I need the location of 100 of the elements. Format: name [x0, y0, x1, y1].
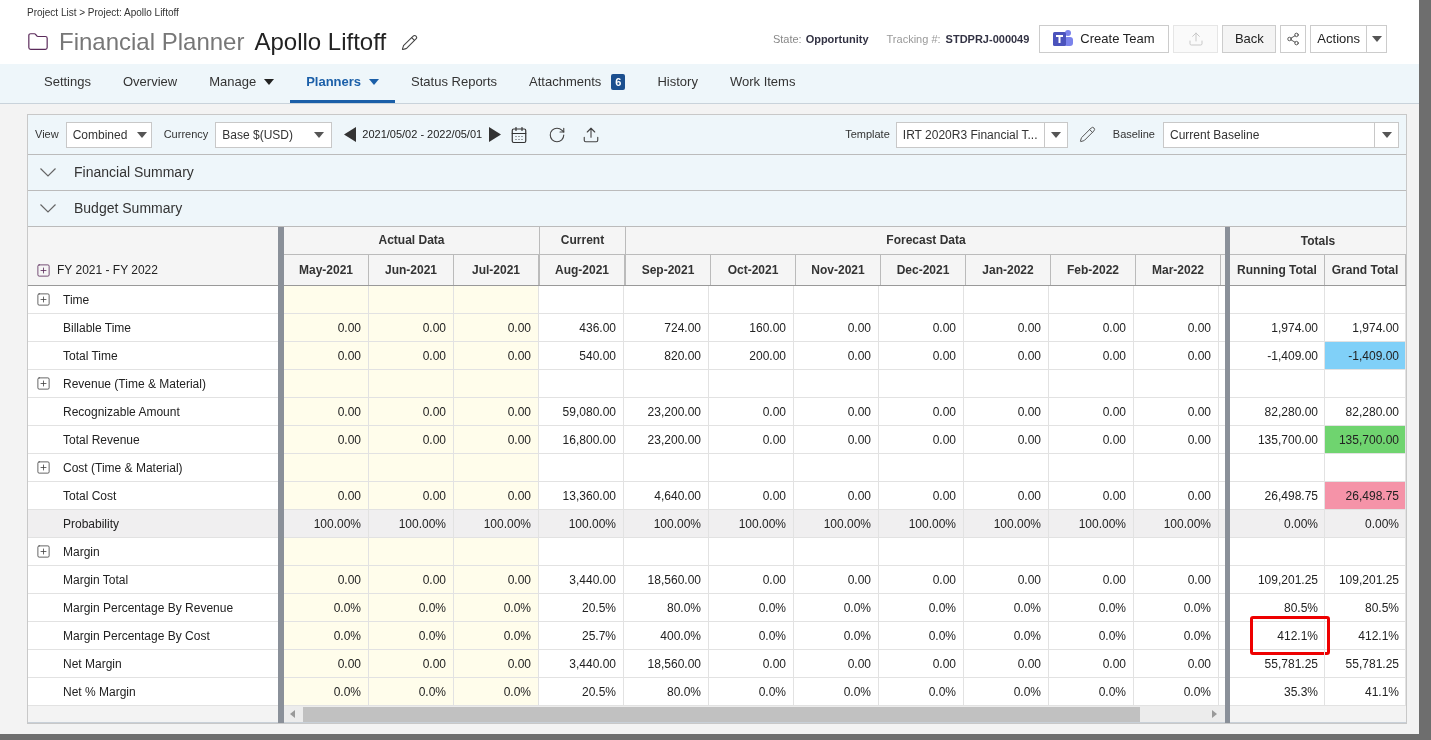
breadcrumb: Project List > Project: Apollo Liftoff: [27, 6, 179, 20]
total-cell: 82,280.00: [1325, 398, 1406, 425]
row-label: Probability: [63, 515, 120, 533]
total-cell: 35.3%: [1230, 678, 1325, 705]
caret-icon: [314, 131, 325, 138]
column-group-header: Totals: [1230, 227, 1406, 255]
total-cell: 1,974.00: [1230, 314, 1325, 341]
nav-tab[interactable]: Work Items: [713, 64, 812, 103]
caret-icon: [1371, 36, 1382, 42]
share-button[interactable]: [1280, 25, 1307, 53]
table-cell: 0.00: [284, 650, 369, 677]
nav-tab[interactable]: History: [641, 64, 714, 103]
module-title: Financial Planner: [59, 27, 245, 57]
table-cell: 100.00%: [709, 510, 794, 537]
expand-icon[interactable]: [36, 544, 51, 559]
nav-tab[interactable]: Attachments 6: [513, 64, 642, 103]
teams-logo-icon: [1052, 29, 1075, 49]
total-cell: 412.1%: [1230, 622, 1325, 649]
project-title: Apollo Liftoff: [254, 27, 387, 57]
currency-dropdown[interactable]: Base $(USD): [215, 121, 333, 148]
table-cell: 0.00: [369, 314, 454, 341]
expand-icon[interactable]: [36, 376, 51, 391]
column-header: Aug-2021: [540, 254, 625, 285]
caret-icon: [369, 79, 380, 85]
row-label: Net Margin: [63, 655, 122, 673]
row-label: Margin Percentage By Cost: [63, 627, 210, 645]
row-label[interactable]: Cost (Time & Material): [63, 458, 183, 477]
column-group-header: Forecast Data: [626, 227, 1226, 255]
table-cell: 100.00%: [1134, 510, 1219, 537]
nav-tab[interactable]: Status Reports: [395, 64, 514, 103]
nav-tab[interactable]: Manage: [193, 64, 291, 103]
table-cell: 0.00: [284, 342, 369, 369]
table-cell: 0.00: [284, 482, 369, 509]
edit-icon[interactable]: [1078, 126, 1096, 143]
column-header: Running Total: [1230, 255, 1325, 285]
next-icon[interactable]: [489, 127, 502, 142]
nav-tab[interactable]: Overview: [107, 64, 194, 103]
tracking-number: STDPRJ-000049: [945, 31, 1030, 47]
table-cell: 100.00%: [369, 510, 454, 537]
row-label[interactable]: Time: [63, 290, 90, 309]
expand-icon[interactable]: [36, 460, 51, 475]
table-cell: 100.00%: [879, 510, 964, 537]
table-cell: 0.0%: [284, 594, 369, 621]
expand-icon[interactable]: [36, 292, 51, 307]
table-cell: 0.00: [369, 566, 454, 593]
state-value: Opportunity: [805, 31, 869, 47]
create-team-button[interactable]: Create Team: [1039, 25, 1170, 53]
nav-tab[interactable]: Settings: [28, 64, 107, 103]
row-label[interactable]: Margin: [63, 542, 100, 561]
baseline-dropdown[interactable]: Current Baseline: [1163, 121, 1399, 148]
table-cell: 100.00%: [539, 510, 624, 537]
expand-icon[interactable]: [36, 263, 51, 278]
edit-icon[interactable]: [401, 33, 419, 51]
table-cell: 0.0%: [369, 678, 454, 705]
view-label: View: [35, 127, 59, 143]
caret-icon: [1381, 131, 1392, 138]
column-group-header: Current: [540, 227, 625, 255]
view-dropdown[interactable]: Combined: [65, 121, 152, 148]
template-label: Template: [845, 127, 890, 143]
table-cell: 0.00: [454, 426, 539, 453]
table-cell: 0.00: [454, 342, 539, 369]
table-cell: 0.00: [454, 482, 539, 509]
export-icon[interactable]: [582, 125, 601, 144]
row-label[interactable]: Revenue (Time & Material): [63, 374, 206, 393]
column-header: Sep-2021: [626, 254, 711, 285]
chevron-icon: [40, 204, 56, 213]
back-button[interactable]: Back: [1222, 25, 1277, 53]
actions-button[interactable]: Actions: [1310, 25, 1387, 53]
table-cell: 0.0%: [454, 594, 539, 621]
table-cell: 0.00: [369, 650, 454, 677]
share-icon: [1286, 32, 1301, 46]
column-header: Oct-2021: [711, 254, 796, 285]
total-cell: 26,498.75: [1325, 482, 1406, 509]
table-cell: 0.00: [369, 482, 454, 509]
state-label: State:: [772, 31, 802, 47]
table-cell: 100.00%: [624, 510, 709, 537]
table-cell: 0.00: [454, 314, 539, 341]
total-cell: 80.5%: [1230, 594, 1325, 621]
total-cell: -1,409.00: [1325, 342, 1406, 369]
date-range: 2021/05/02 - 2022/05/01: [362, 127, 483, 143]
table-cell: 0.00: [284, 314, 369, 341]
template-dropdown[interactable]: IRT 2020R3 Financial T...: [895, 121, 1068, 148]
calendar-icon[interactable]: [510, 125, 529, 144]
section-header[interactable]: Financial Summary: [28, 155, 1406, 191]
caret-icon: [264, 79, 275, 85]
count-badge: 6: [611, 74, 626, 90]
previous-icon[interactable]: [344, 127, 357, 142]
row-label: Margin Total: [63, 571, 129, 589]
chevron-icon: [40, 168, 56, 177]
total-cell: 55,781.25: [1325, 650, 1406, 677]
section-header[interactable]: Budget Summary: [28, 191, 1406, 227]
refresh-icon[interactable]: [548, 125, 567, 144]
column-header: May-2021: [284, 254, 369, 285]
total-cell: 41.1%: [1325, 678, 1406, 705]
caret-icon: [137, 131, 147, 138]
column-header: Jun-2021: [369, 254, 454, 285]
column-header: Feb-2022: [1051, 254, 1136, 285]
column-header: Dec-2021: [881, 254, 966, 285]
table-cell: 0.00: [369, 398, 454, 425]
column-header: Mar-2022: [1136, 254, 1221, 285]
